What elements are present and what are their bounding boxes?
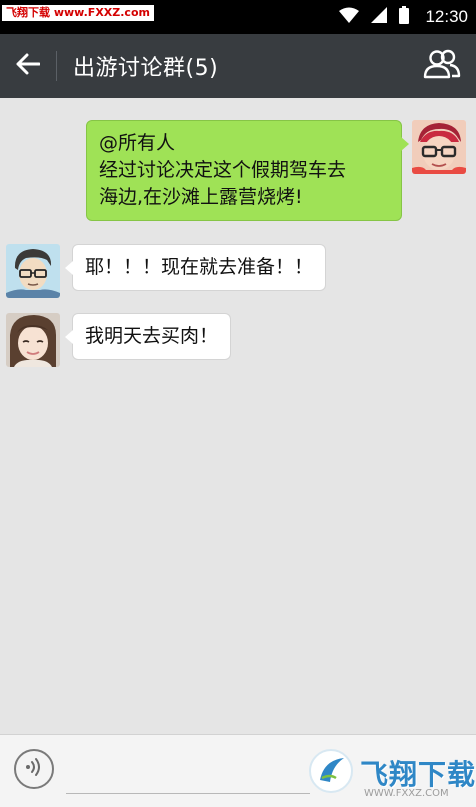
message-list[interactable]: @所有人 经过讨论决定这个假期驾车去 海边,在沙滩上露营烧烤! 耶！！！现在就去…	[0, 98, 476, 734]
back-button[interactable]	[0, 34, 56, 98]
wifi-icon	[339, 7, 360, 27]
input-bar: 飞翔下载 WWW.FXXZ.COM	[0, 734, 476, 807]
battery-icon	[399, 6, 410, 28]
group-members-button[interactable]	[422, 48, 462, 84]
watermark-badge: 飞翔下载 www.FXXZ.com	[2, 5, 154, 21]
status-bar: 飞翔下载 www.FXXZ.com 12:30	[0, 0, 476, 34]
message-line: 经过讨论决定这个假期驾车去	[99, 159, 347, 181]
header-divider	[56, 51, 57, 81]
message-text: 耶！！！现在就去准备！！	[85, 256, 314, 278]
message-line: 海边,在沙滩上露营烧烤!	[99, 186, 303, 208]
message-line: @所有人	[99, 132, 176, 154]
avatar-member[interactable]	[6, 244, 60, 298]
watermark-logo: 飞翔下载 WWW.FXXZ.COM	[306, 747, 476, 799]
voice-button[interactable]	[14, 749, 54, 789]
watermark-subtext: WWW.FXXZ.COM	[364, 788, 449, 799]
watermark-text: 飞翔下载	[360, 758, 476, 791]
chat-title: 出游讨论群(5)	[73, 56, 219, 81]
voice-icon	[23, 756, 45, 782]
message-text: 我明天去买肉！	[85, 325, 219, 347]
watermark-badge-url: www.FXXZ.com	[53, 6, 150, 19]
message-input[interactable]	[66, 755, 310, 794]
status-icons: 12:30	[339, 0, 468, 34]
avatar-member[interactable]	[6, 313, 60, 367]
message-bubble-incoming[interactable]: 耶！！！现在就去准备！！	[64, 244, 327, 291]
status-time: 12:30	[425, 7, 468, 26]
watermark-badge-label: 飞翔下载	[6, 6, 50, 19]
chat-header: 出游讨论群(5)	[0, 34, 476, 98]
signal-icon	[371, 7, 388, 27]
message-bubble-incoming[interactable]: 我明天去买肉！	[64, 313, 232, 360]
group-members-icon	[423, 49, 461, 83]
back-arrow-icon	[16, 53, 41, 79]
watermark-logo-icon	[306, 748, 356, 798]
avatar-self[interactable]	[412, 120, 466, 174]
message-bubble-outgoing[interactable]: @所有人 经过讨论决定这个假期驾车去 海边,在沙滩上露营烧烤!	[86, 120, 409, 221]
